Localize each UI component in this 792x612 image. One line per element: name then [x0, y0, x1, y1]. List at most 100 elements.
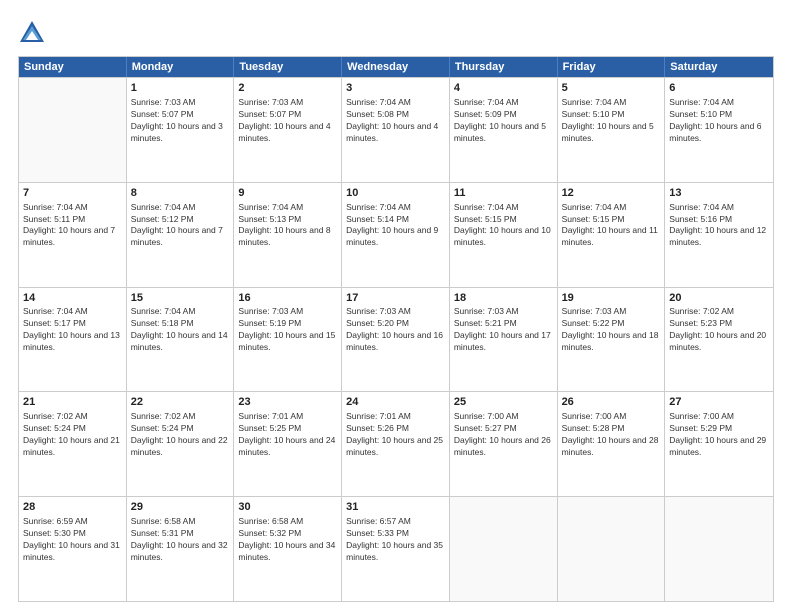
- calendar-cell: 30Sunrise: 6:58 AM Sunset: 5:32 PM Dayli…: [234, 497, 342, 601]
- day-number: 25: [454, 395, 553, 410]
- calendar-cell: 17Sunrise: 7:03 AM Sunset: 5:20 PM Dayli…: [342, 288, 450, 392]
- logo: [18, 18, 50, 46]
- cell-info: Sunrise: 7:04 AM Sunset: 5:14 PM Dayligh…: [346, 202, 445, 250]
- day-number: 13: [669, 186, 769, 201]
- day-number: 11: [454, 186, 553, 201]
- calendar-cell: [450, 497, 558, 601]
- calendar-cell: 4Sunrise: 7:04 AM Sunset: 5:09 PM Daylig…: [450, 78, 558, 182]
- cell-info: Sunrise: 7:04 AM Sunset: 5:17 PM Dayligh…: [23, 306, 122, 354]
- day-number: 6: [669, 81, 769, 96]
- cell-info: Sunrise: 7:02 AM Sunset: 5:24 PM Dayligh…: [131, 411, 230, 459]
- day-number: 27: [669, 395, 769, 410]
- day-number: 17: [346, 291, 445, 306]
- cell-info: Sunrise: 7:00 AM Sunset: 5:27 PM Dayligh…: [454, 411, 553, 459]
- calendar-cell: [558, 497, 666, 601]
- day-number: 3: [346, 81, 445, 96]
- cell-info: Sunrise: 7:04 AM Sunset: 5:15 PM Dayligh…: [454, 202, 553, 250]
- day-number: 5: [562, 81, 661, 96]
- calendar-cell: 27Sunrise: 7:00 AM Sunset: 5:29 PM Dayli…: [665, 392, 773, 496]
- calendar-row: 14Sunrise: 7:04 AM Sunset: 5:17 PM Dayli…: [19, 287, 773, 392]
- calendar-cell: 14Sunrise: 7:04 AM Sunset: 5:17 PM Dayli…: [19, 288, 127, 392]
- cell-info: Sunrise: 7:01 AM Sunset: 5:25 PM Dayligh…: [238, 411, 337, 459]
- calendar-cell: 25Sunrise: 7:00 AM Sunset: 5:27 PM Dayli…: [450, 392, 558, 496]
- cell-info: Sunrise: 7:04 AM Sunset: 5:12 PM Dayligh…: [131, 202, 230, 250]
- calendar-cell: 1Sunrise: 7:03 AM Sunset: 5:07 PM Daylig…: [127, 78, 235, 182]
- cell-info: Sunrise: 6:58 AM Sunset: 5:32 PM Dayligh…: [238, 516, 337, 564]
- cell-info: Sunrise: 7:02 AM Sunset: 5:24 PM Dayligh…: [23, 411, 122, 459]
- cell-info: Sunrise: 7:03 AM Sunset: 5:21 PM Dayligh…: [454, 306, 553, 354]
- calendar-cell: 20Sunrise: 7:02 AM Sunset: 5:23 PM Dayli…: [665, 288, 773, 392]
- day-number: 28: [23, 500, 122, 515]
- day-number: 10: [346, 186, 445, 201]
- day-number: 2: [238, 81, 337, 96]
- weekday-header: Thursday: [450, 57, 558, 77]
- day-number: 14: [23, 291, 122, 306]
- day-number: 19: [562, 291, 661, 306]
- cell-info: Sunrise: 7:04 AM Sunset: 5:15 PM Dayligh…: [562, 202, 661, 250]
- calendar-cell: 18Sunrise: 7:03 AM Sunset: 5:21 PM Dayli…: [450, 288, 558, 392]
- cell-info: Sunrise: 7:03 AM Sunset: 5:20 PM Dayligh…: [346, 306, 445, 354]
- calendar-cell: 28Sunrise: 6:59 AM Sunset: 5:30 PM Dayli…: [19, 497, 127, 601]
- cell-info: Sunrise: 7:04 AM Sunset: 5:08 PM Dayligh…: [346, 97, 445, 145]
- cell-info: Sunrise: 7:04 AM Sunset: 5:16 PM Dayligh…: [669, 202, 769, 250]
- day-number: 1: [131, 81, 230, 96]
- day-number: 9: [238, 186, 337, 201]
- calendar-cell: 16Sunrise: 7:03 AM Sunset: 5:19 PM Dayli…: [234, 288, 342, 392]
- calendar-cell: 13Sunrise: 7:04 AM Sunset: 5:16 PM Dayli…: [665, 183, 773, 287]
- weekday-header: Friday: [558, 57, 666, 77]
- weekday-header: Saturday: [665, 57, 773, 77]
- calendar-row: 1Sunrise: 7:03 AM Sunset: 5:07 PM Daylig…: [19, 77, 773, 182]
- calendar-cell: 12Sunrise: 7:04 AM Sunset: 5:15 PM Dayli…: [558, 183, 666, 287]
- calendar-cell: 3Sunrise: 7:04 AM Sunset: 5:08 PM Daylig…: [342, 78, 450, 182]
- cell-info: Sunrise: 7:03 AM Sunset: 5:22 PM Dayligh…: [562, 306, 661, 354]
- calendar-cell: 31Sunrise: 6:57 AM Sunset: 5:33 PM Dayli…: [342, 497, 450, 601]
- calendar-body: 1Sunrise: 7:03 AM Sunset: 5:07 PM Daylig…: [19, 77, 773, 601]
- day-number: 21: [23, 395, 122, 410]
- calendar-row: 7Sunrise: 7:04 AM Sunset: 5:11 PM Daylig…: [19, 182, 773, 287]
- cell-info: Sunrise: 7:04 AM Sunset: 5:11 PM Dayligh…: [23, 202, 122, 250]
- weekday-header: Wednesday: [342, 57, 450, 77]
- day-number: 7: [23, 186, 122, 201]
- logo-icon: [18, 18, 46, 46]
- day-number: 30: [238, 500, 337, 515]
- day-number: 24: [346, 395, 445, 410]
- day-number: 18: [454, 291, 553, 306]
- cell-info: Sunrise: 6:59 AM Sunset: 5:30 PM Dayligh…: [23, 516, 122, 564]
- day-number: 15: [131, 291, 230, 306]
- calendar: SundayMondayTuesdayWednesdayThursdayFrid…: [18, 56, 774, 602]
- day-number: 22: [131, 395, 230, 410]
- cell-info: Sunrise: 6:58 AM Sunset: 5:31 PM Dayligh…: [131, 516, 230, 564]
- day-number: 31: [346, 500, 445, 515]
- cell-info: Sunrise: 7:04 AM Sunset: 5:10 PM Dayligh…: [562, 97, 661, 145]
- calendar-cell: [665, 497, 773, 601]
- cell-info: Sunrise: 7:03 AM Sunset: 5:07 PM Dayligh…: [238, 97, 337, 145]
- calendar-cell: 6Sunrise: 7:04 AM Sunset: 5:10 PM Daylig…: [665, 78, 773, 182]
- day-number: 16: [238, 291, 337, 306]
- cell-info: Sunrise: 7:04 AM Sunset: 5:10 PM Dayligh…: [669, 97, 769, 145]
- calendar-row: 28Sunrise: 6:59 AM Sunset: 5:30 PM Dayli…: [19, 496, 773, 601]
- weekday-header: Monday: [127, 57, 235, 77]
- calendar-cell: [19, 78, 127, 182]
- calendar-cell: 21Sunrise: 7:02 AM Sunset: 5:24 PM Dayli…: [19, 392, 127, 496]
- calendar-cell: 7Sunrise: 7:04 AM Sunset: 5:11 PM Daylig…: [19, 183, 127, 287]
- calendar-cell: 5Sunrise: 7:04 AM Sunset: 5:10 PM Daylig…: [558, 78, 666, 182]
- cell-info: Sunrise: 6:57 AM Sunset: 5:33 PM Dayligh…: [346, 516, 445, 564]
- day-number: 8: [131, 186, 230, 201]
- day-number: 23: [238, 395, 337, 410]
- day-number: 4: [454, 81, 553, 96]
- day-number: 29: [131, 500, 230, 515]
- calendar-cell: 24Sunrise: 7:01 AM Sunset: 5:26 PM Dayli…: [342, 392, 450, 496]
- cell-info: Sunrise: 7:04 AM Sunset: 5:09 PM Dayligh…: [454, 97, 553, 145]
- cell-info: Sunrise: 7:02 AM Sunset: 5:23 PM Dayligh…: [669, 306, 769, 354]
- day-number: 26: [562, 395, 661, 410]
- cell-info: Sunrise: 7:03 AM Sunset: 5:07 PM Dayligh…: [131, 97, 230, 145]
- day-number: 20: [669, 291, 769, 306]
- page: SundayMondayTuesdayWednesdayThursdayFrid…: [0, 0, 792, 612]
- calendar-cell: 29Sunrise: 6:58 AM Sunset: 5:31 PM Dayli…: [127, 497, 235, 601]
- cell-info: Sunrise: 7:01 AM Sunset: 5:26 PM Dayligh…: [346, 411, 445, 459]
- weekday-header: Sunday: [19, 57, 127, 77]
- calendar-cell: 15Sunrise: 7:04 AM Sunset: 5:18 PM Dayli…: [127, 288, 235, 392]
- cell-info: Sunrise: 7:04 AM Sunset: 5:18 PM Dayligh…: [131, 306, 230, 354]
- calendar-cell: 19Sunrise: 7:03 AM Sunset: 5:22 PM Dayli…: [558, 288, 666, 392]
- calendar-cell: 10Sunrise: 7:04 AM Sunset: 5:14 PM Dayli…: [342, 183, 450, 287]
